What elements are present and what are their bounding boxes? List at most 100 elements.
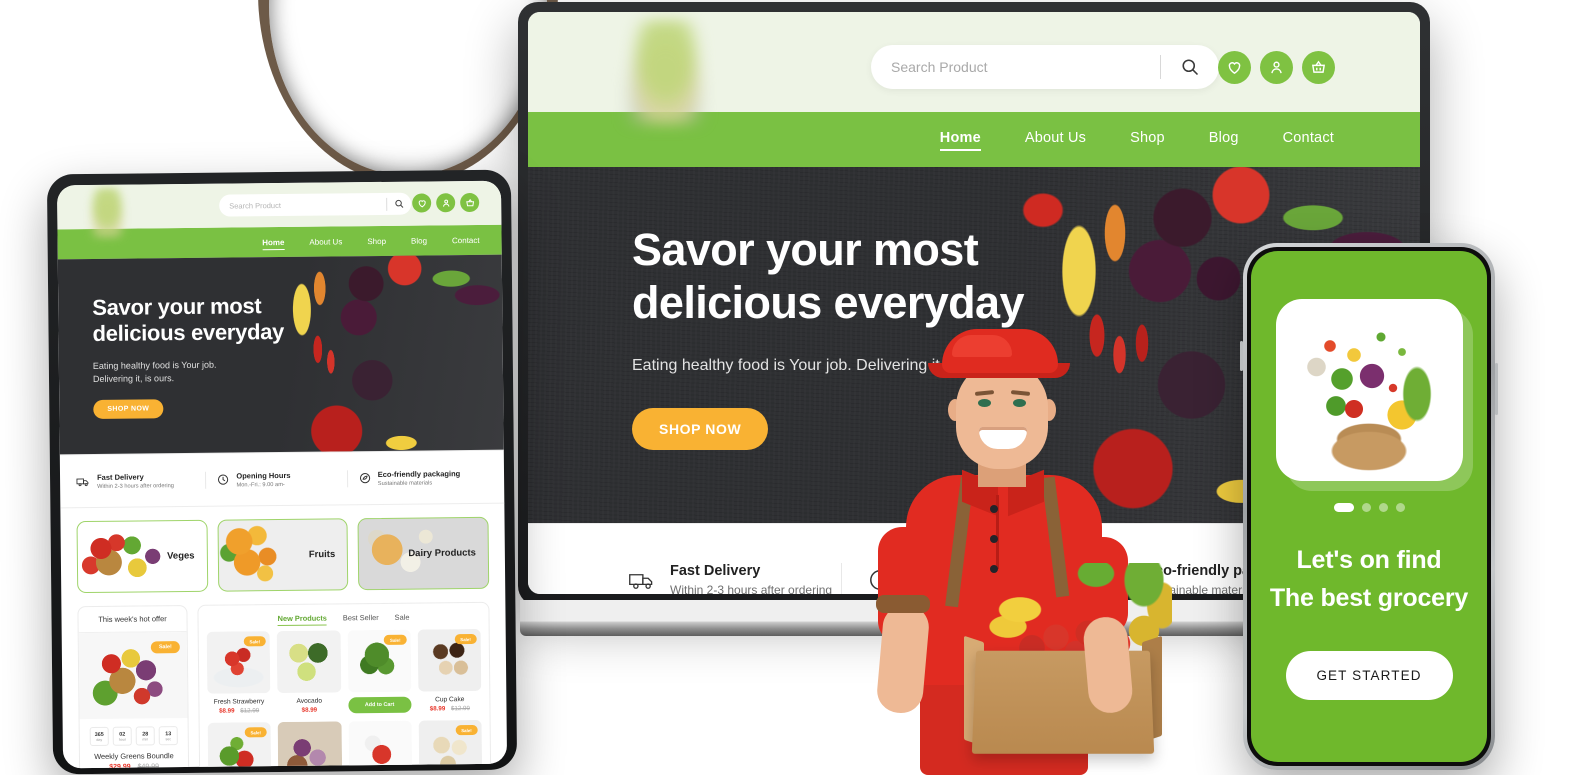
product-name: Cup Cake [435,696,465,704]
product-image: Sale! [347,629,412,693]
sale-badge: Sale! [383,634,407,645]
search-input[interactable] [871,59,1160,75]
product-price: $8.99 $12.99 [418,705,481,713]
tablet-nav-item-contact[interactable]: Contact [452,235,480,244]
tablet-nav-item-blog[interactable]: Blog [411,236,427,245]
nav-item-shop[interactable]: Shop [1130,130,1165,149]
delivery-man-shirt-button [990,505,998,513]
search-bar[interactable] [871,45,1219,89]
product-card-cup-cake[interactable]: Sale! Cup Cake $8.99 $12.99 [417,628,482,713]
onboarding-pagination [1333,503,1405,512]
tablet-site-logo[interactable] [87,187,128,239]
countdown-unit: hour [118,737,126,742]
tablet-hero-section: Savor your most delicious everyday Eatin… [57,254,504,455]
countdown-unit-sec: 13 sec [158,726,178,746]
weekly-offer-product-name: Weekly Greens Boundle [94,751,174,761]
tablet-feature-eco-packaging: Eco-friendly packaging Sustainable mater… [346,468,489,487]
tablet-cart-button[interactable] [460,192,480,213]
leaf-icon [359,473,370,484]
product-grid-row2: Sale! Sale! [207,719,483,769]
nav-item-about-us[interactable]: About Us [1025,130,1086,149]
delivery-man-shirt-button [990,535,998,543]
tablet-feature-title: Opening Hours [236,470,291,480]
cart-button[interactable] [1302,51,1335,84]
hero-title-line2: delicious everyday [632,277,1025,329]
search-icon [395,199,404,208]
product-grid-row1: Sale! Fresh Strawberry $8.99 $12.99 Avoc… [206,628,482,715]
tablet-account-button[interactable] [436,193,456,213]
product-tab-new-products[interactable]: New Products [278,614,327,624]
get-started-button[interactable]: GET STARTED [1285,651,1453,700]
tablet-hero-copy: Savor your most delicious everyday Eatin… [92,293,323,419]
wishlist-button[interactable] [1218,51,1251,84]
tablet-feature-strip: Fast Delivery Within 2-3 hours after ord… [59,449,505,509]
site-logo[interactable] [624,20,708,124]
nav-item-contact[interactable]: Contact [1283,130,1334,149]
tablet-header-actions [412,192,480,213]
tablet-wishlist-button[interactable] [412,193,432,213]
nav-item-blog[interactable]: Blog [1209,130,1239,149]
delivery-man-eye-right [1013,399,1026,407]
pagination-dot-4[interactable] [1395,503,1405,512]
product-card-broccoli[interactable]: Sale! Add to Cart [347,629,412,714]
category-card-dairy-products[interactable]: Dairy Products [357,516,490,591]
hero-title-line1: Savor your most [632,224,979,275]
product-card-avocado[interactable]: Avocado $8.99 [276,630,341,714]
pagination-dot-1[interactable] [1333,503,1354,512]
offer-countdown: 365 day 02 hour 28 min 13 sec [80,718,188,752]
delivery-man-left-sleeve-cuff [876,595,930,613]
delivery-man-cap-highlight [952,335,1012,357]
onboarding-title: Let's on find The best grocery [1270,542,1468,617]
sale-badge: Sale! [455,724,478,736]
product-price: $8.99 $12.99 [207,707,270,715]
shop-now-button[interactable]: SHOP NOW [632,407,769,450]
account-button[interactable] [1260,51,1293,84]
pagination-dot-3[interactable] [1378,503,1388,512]
nav-item-home[interactable]: Home [939,130,981,151]
tablet-feature-title: Fast Delivery [96,471,144,482]
feature-fast-delivery: Fast Delivery Within 2-3 hours after ord… [628,562,841,594]
header-actions [1218,51,1335,84]
onboarding-title-line1: Let's on find [1296,546,1442,574]
tablet-products-panel: New Products Best Seller Sale Sale! Fres… [197,601,492,769]
tablet-nav-item-about-us[interactable]: About Us [309,237,342,246]
product-tab-best-seller[interactable]: Best Seller [343,613,379,622]
product-card-row2-4[interactable]: Sale! [418,719,483,769]
feature-title: Fast Delivery [670,562,761,579]
phone-power-button[interactable] [1495,363,1498,415]
user-icon [442,199,449,207]
tablet-nav-item-home[interactable]: Home [262,237,284,246]
tablet-search-button[interactable] [387,199,411,209]
countdown-unit: sec [165,736,172,741]
pagination-dot-2[interactable] [1361,503,1371,512]
user-icon [1271,61,1282,74]
tablet-category-row: Veges Fruits Dairy Products [60,504,505,594]
phone-volume-button[interactable] [1240,341,1243,371]
tablet-hero-title-line1: Savor your most [92,293,262,320]
product-card-fresh-strawberry[interactable]: Sale! Fresh Strawberry $8.99 $12.99 [206,631,271,715]
countdown-unit-min: 28 min [135,726,155,746]
category-card-fruits[interactable]: Fruits [217,518,349,592]
tablet-shop-now-button[interactable]: SHOP NOW [93,399,164,419]
product-card-row2-1[interactable]: Sale! [207,722,272,769]
product-image: Sale! [417,628,482,692]
truck-icon [629,573,653,589]
tablet-search-bar[interactable] [219,192,412,217]
add-to-cart-button[interactable]: Add to Cart [347,696,412,714]
category-label: Dairy Products [408,547,476,560]
tablet-search-input[interactable] [219,199,387,211]
tablet-hero-title-line2: delicious everyday [92,319,285,347]
weekly-offer-image: Sale! [78,632,188,720]
price-current: $8.99 [219,707,235,715]
food-bowl-photo [258,0,558,184]
search-button[interactable] [1161,45,1219,89]
product-tab-sale[interactable]: Sale [395,613,410,622]
showcase-stage: Home About Us Shop Blog Contact Savor yo… [0,0,1576,775]
price-current: $29.99 [109,763,131,769]
weekly-offer-heading: This week's hot offer [78,606,187,634]
product-card-row2-2[interactable] [277,721,342,769]
product-card-row2-3[interactable] [348,720,413,769]
weekly-offer-card: This week's hot offer Sale! 365 day 02 h… [77,604,190,769]
tablet-nav-item-shop[interactable]: Shop [367,236,386,245]
category-card-veges[interactable]: Veges [76,519,208,594]
